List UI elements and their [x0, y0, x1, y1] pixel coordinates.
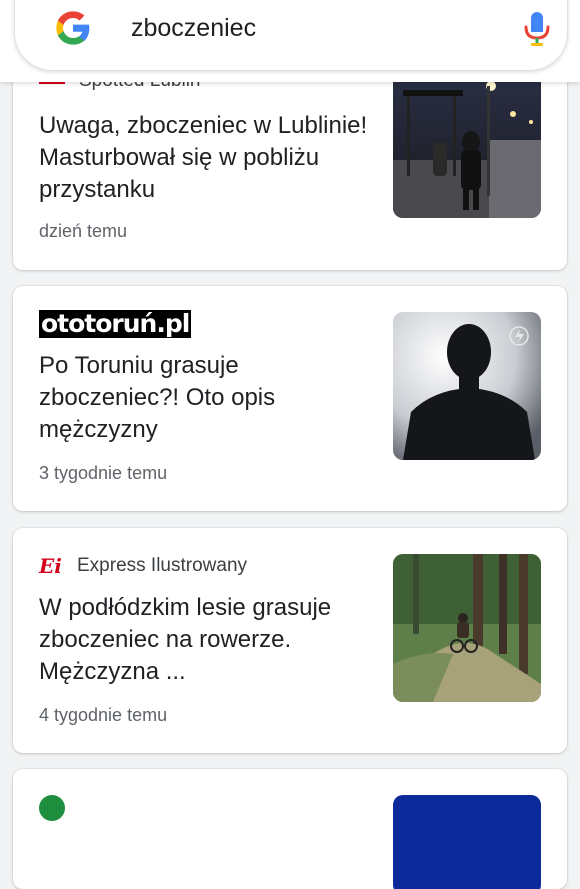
news-feed: Spotted Lublin Uwaga, zboczeniec w Lubli… — [0, 0, 580, 889]
search-query-text[interactable]: zboczeniec — [131, 14, 256, 43]
search-box[interactable]: zboczeniec — [14, 0, 568, 71]
silhouette-image — [393, 312, 541, 460]
source-name: Express Ilustrowany — [77, 555, 248, 576]
card-thumbnail[interactable] — [393, 312, 541, 460]
card-headline[interactable]: Uwaga, zboczeniec w Lublinie! Masturbowa… — [39, 110, 369, 206]
card-headline[interactable]: Po Toruniu grasuje zboczeniec?! Oto opis… — [39, 350, 369, 446]
card-thumbnail[interactable] — [393, 795, 541, 889]
card-thumbnail[interactable] — [393, 70, 541, 218]
card-source: Ei Express Ilustrowany — [39, 555, 247, 577]
card-thumbnail[interactable] — [393, 554, 541, 702]
news-card[interactable]: Ei Express Ilustrowany W podłódzkim lesi… — [13, 528, 567, 753]
source-name: ototoruń.pl — [39, 309, 192, 338]
express-ilustrowany-logo-icon: Ei — [39, 554, 62, 578]
card-timestamp: 4 tygodnie temu — [39, 705, 168, 725]
card-timestamp: 3 tygodnie temu — [39, 463, 168, 483]
night-bus-stop-image — [393, 70, 541, 218]
google-g-icon — [56, 11, 90, 45]
forest-cyclist-image — [393, 554, 541, 702]
search-bar-container: zboczeniec — [0, 0, 580, 82]
news-card[interactable]: ototoruń.pl Po Toruniu grasuje zboczenie… — [13, 286, 567, 511]
card-headline[interactable]: W podłódzkim lesie grasuje zboczeniec na… — [39, 592, 369, 688]
news-card[interactable] — [13, 769, 567, 889]
microphone-icon[interactable] — [523, 10, 551, 48]
source-logo-icon — [39, 795, 65, 821]
card-timestamp: dzień temu — [39, 221, 128, 241]
card-source: ototoruń.pl — [39, 309, 192, 338]
